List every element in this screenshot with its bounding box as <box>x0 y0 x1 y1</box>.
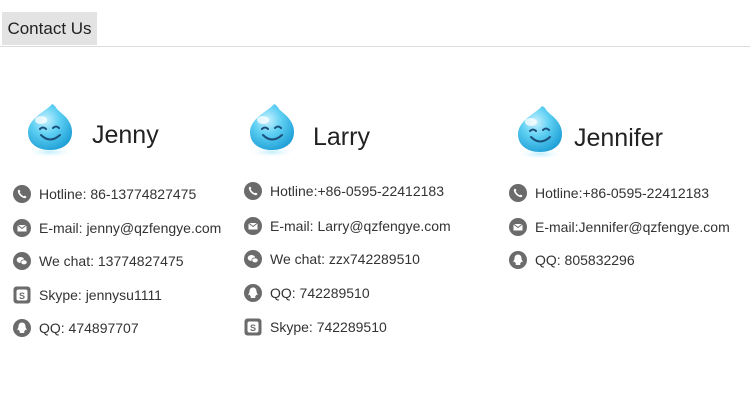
contact-row-qq: QQ: 805832296 <box>509 250 635 270</box>
phone-icon <box>244 182 262 200</box>
contact-row-qq: QQ: 742289510 <box>244 283 370 303</box>
contact-row-text: QQ: 805832296 <box>535 252 635 268</box>
mascot-avatar-icon <box>244 100 300 158</box>
contact-name: Jenny <box>92 121 159 149</box>
wechat-icon <box>13 252 31 270</box>
contact-row-hotline: Hotline:+86-0595-22412183 <box>509 183 709 203</box>
contact-row-text: We chat: 13774827475 <box>39 253 184 269</box>
tab-contact-us[interactable]: Contact Us <box>2 12 97 45</box>
contact-row-text: Skype: 742289510 <box>270 319 387 335</box>
skype-icon: S <box>13 286 31 304</box>
contact-row-text: QQ: 742289510 <box>270 285 370 301</box>
email-icon <box>13 219 31 237</box>
email-icon <box>509 218 527 236</box>
phone-icon <box>13 185 31 203</box>
contact-row-email[interactable]: E-mail:Jennifer@qzfengye.com <box>509 217 730 237</box>
contact-row-text: We chat: zzx742289510 <box>270 251 420 267</box>
contact-row-text: Hotline: 86-13774827475 <box>39 186 197 202</box>
contact-row-text: Hotline:+86-0595-22412183 <box>270 183 444 199</box>
contact-row-text: Skype: jennysu1111 <box>39 287 162 303</box>
contact-row-text: QQ: 474897707 <box>39 320 139 336</box>
contact-row-wechat: We chat: zzx742289510 <box>244 249 420 269</box>
contact-name: Larry <box>313 123 370 151</box>
qq-icon <box>13 319 31 337</box>
contact-row-hotline: Hotline:+86-0595-22412183 <box>244 181 444 201</box>
wechat-icon <box>244 250 262 268</box>
contact-row-email[interactable]: E-mail: jenny@qzfengye.com <box>13 218 221 238</box>
contact-row-wechat: We chat: 13774827475 <box>13 251 184 271</box>
email-icon <box>244 217 262 235</box>
skype-icon: S <box>244 318 262 336</box>
mascot-avatar-icon <box>22 100 78 158</box>
header-bar: Contact Us <box>0 0 750 47</box>
contact-row-hotline: Hotline: 86-13774827475 <box>13 184 196 204</box>
svg-text:S: S <box>19 291 25 301</box>
contact-row-text: Hotline:+86-0595-22412183 <box>535 185 709 201</box>
qq-icon <box>244 284 262 302</box>
phone-icon <box>509 184 527 202</box>
contact-row-email[interactable]: E-mail: Larry@qzfengye.com <box>244 216 451 236</box>
qq-icon <box>509 251 527 269</box>
contact-row-skype: S Skype: 742289510 <box>244 317 387 337</box>
contact-row-qq: QQ: 474897707 <box>13 318 139 338</box>
svg-text:S: S <box>250 323 256 333</box>
contact-name: Jennifer <box>574 124 663 152</box>
contact-row-text: E-mail:Jennifer@qzfengye.com <box>535 219 730 235</box>
contact-row-text: E-mail: Larry@qzfengye.com <box>270 218 451 234</box>
mascot-avatar-icon <box>512 102 568 160</box>
contact-row-text: E-mail: jenny@qzfengye.com <box>39 220 222 236</box>
contact-row-skype: S Skype: jennysu1111 <box>13 285 162 305</box>
